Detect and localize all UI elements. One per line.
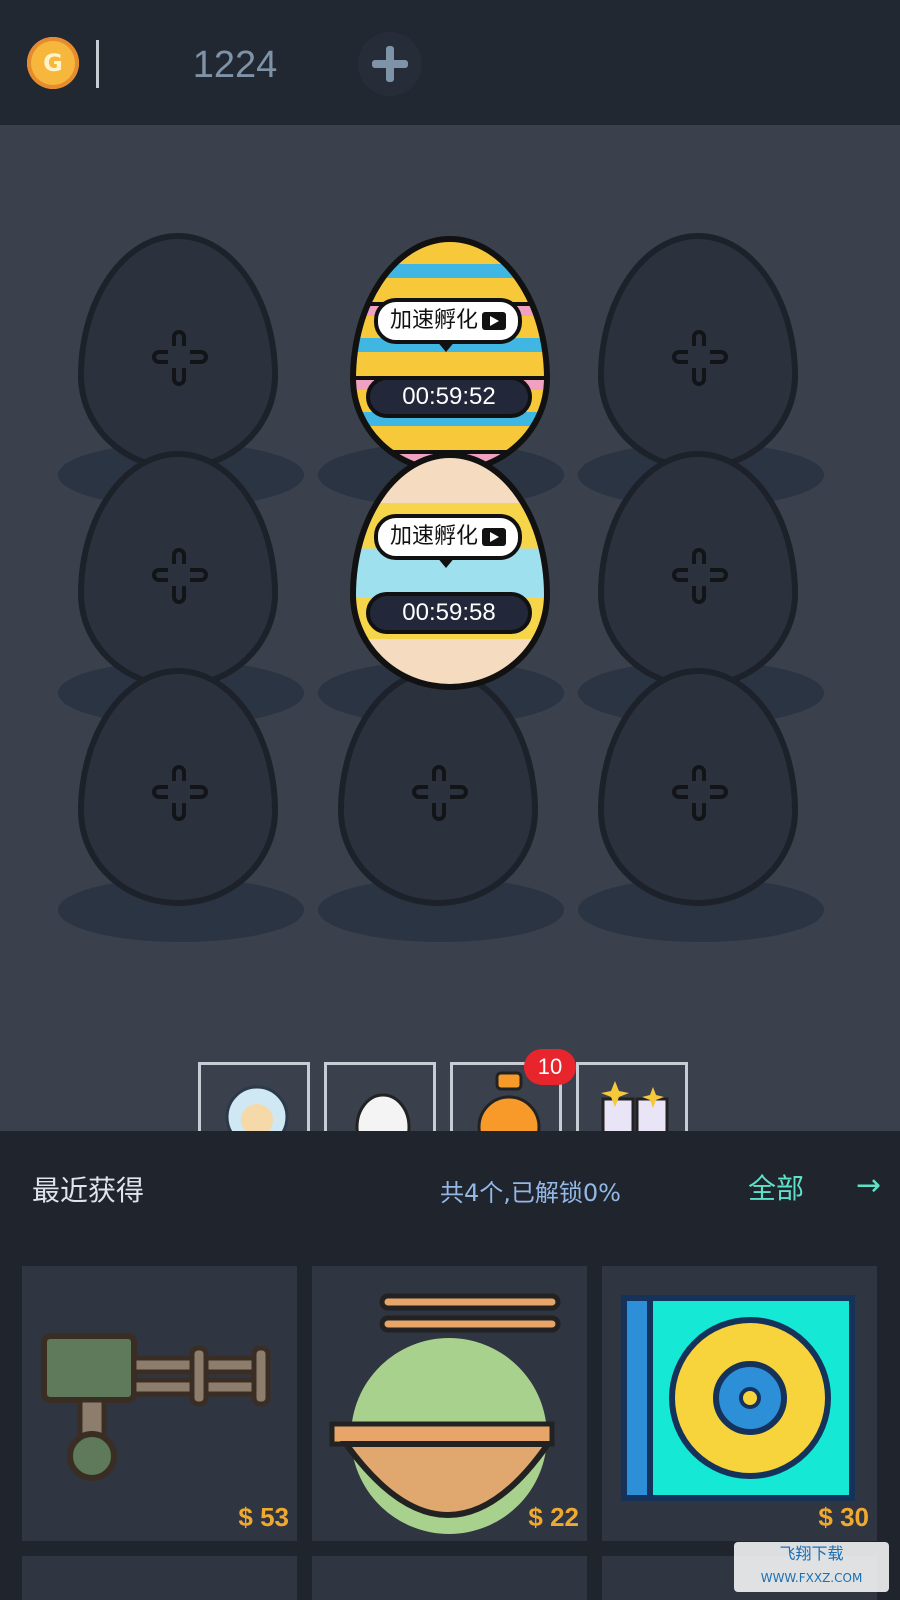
decorated-egg-icon	[350, 236, 550, 474]
add-egg-icon	[150, 546, 210, 606]
video-icon	[482, 528, 506, 546]
add-egg-icon	[670, 546, 730, 606]
book-shortcut-button[interactable]	[576, 1062, 688, 1132]
item-card[interactable]	[22, 1556, 297, 1600]
item-card[interactable]: $ 22	[312, 1266, 587, 1541]
recent-panel: 最近获得 共4个,已解锁0% 全部 → $ 53 $ 22 $ 30	[0, 1131, 900, 1600]
add-egg-icon	[150, 763, 210, 823]
item-card[interactable]: $ 30	[602, 1266, 877, 1541]
hatching-egg-2[interactable]: 加速孵化 00:59:58	[350, 452, 550, 690]
view-all-link[interactable]: 全部	[748, 1167, 804, 1207]
gatling-gun-icon	[41, 1333, 271, 1481]
item-card[interactable]: $ 53	[22, 1266, 297, 1541]
egg-shortcut-button[interactable]	[324, 1062, 436, 1132]
item-card[interactable]	[312, 1556, 587, 1600]
egg-slot-empty[interactable]	[58, 668, 304, 948]
add-egg-icon	[670, 763, 730, 823]
decorated-egg-icon	[350, 452, 550, 690]
divider	[96, 40, 99, 88]
video-icon	[482, 312, 506, 330]
egg-slot-empty[interactable]	[318, 668, 564, 948]
speed-up-hatch-button[interactable]: 加速孵化	[374, 298, 522, 344]
hatching-egg-1[interactable]: 加速孵化 00:59:52	[350, 236, 550, 474]
noodles-icon	[329, 1293, 561, 1534]
astronaut-icon	[225, 1085, 289, 1132]
speed-up-hatch-button[interactable]: 加速孵化	[374, 514, 522, 560]
coin-icon: G	[27, 37, 79, 89]
hatch-timer: 00:59:52	[366, 376, 532, 418]
astronaut-shortcut-button[interactable]	[198, 1062, 310, 1132]
magic-book-icon	[601, 1081, 669, 1132]
add-coins-button[interactable]	[358, 32, 422, 96]
egg-slot-empty[interactable]	[578, 668, 824, 948]
item-price: $ 22	[528, 1502, 579, 1532]
coin-letter: G	[43, 49, 63, 77]
add-egg-icon	[410, 763, 470, 823]
egg-icon	[355, 1093, 411, 1132]
item-price: $ 30	[818, 1502, 869, 1532]
item-price: $ 53	[238, 1502, 289, 1532]
add-egg-icon	[670, 328, 730, 388]
watermark-logo: 飞翔下载 WWW.FXXZ.COM	[734, 1542, 889, 1592]
hatch-timer: 00:59:58	[366, 592, 532, 634]
vinyl-record-icon	[621, 1295, 855, 1501]
add-egg-icon	[150, 328, 210, 388]
unlock-progress: 共4个,已解锁0%	[440, 1179, 621, 1207]
arrow-right-icon[interactable]: →	[856, 1171, 881, 1201]
top-bar: G 1224	[0, 0, 900, 125]
shortcut-bar	[198, 1062, 688, 1132]
notification-badge: 10	[524, 1049, 576, 1085]
coin-balance: 1224	[192, 44, 278, 86]
recent-title: 最近获得	[32, 1174, 145, 1207]
